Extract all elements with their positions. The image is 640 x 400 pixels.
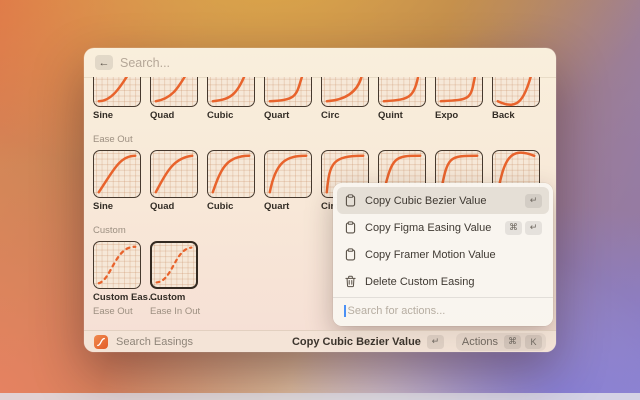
easing-label-back: Back (492, 110, 540, 121)
easing-subtitle-ease-out: Ease Out (93, 306, 141, 317)
easing-label-cubic: Cubic (207, 110, 255, 121)
easings-app-icon (94, 335, 108, 349)
easing-label-quad: Quad (150, 110, 198, 121)
enter-key-badge: ↵ (427, 335, 444, 349)
easing-thumbnail-expo[interactable] (435, 77, 483, 107)
easing-thumbnail-custom-eas[interactable] (93, 241, 141, 289)
clipboard-icon (344, 194, 357, 207)
launcher-window: ← Search... Sine Quad Cubic Quart Circ Quint E… (84, 48, 556, 352)
easing-label-quart: Quart (264, 110, 312, 121)
search-bar: ← Search... (84, 48, 556, 78)
easing-thumbnail-back[interactable] (492, 77, 540, 107)
easing-row-0 (93, 77, 547, 107)
easing-subtitle-ease-in-out: Ease In Out (150, 306, 198, 317)
easing-thumbnail-quad[interactable] (150, 77, 198, 107)
easing-thumbnail-circ[interactable] (321, 77, 369, 107)
menu-item-copy-framer-motion-value[interactable]: Copy Framer Motion Value (337, 241, 549, 268)
easing-thumbnail-cubic[interactable] (207, 150, 255, 198)
easing-label-quint: Quint (378, 110, 426, 121)
easing-thumbnail-quad[interactable] (150, 150, 198, 198)
easing-label-cubic: Cubic (207, 201, 255, 212)
easing-label-circ: Circ (321, 110, 369, 121)
easing-thumbnail-quint[interactable] (378, 77, 426, 107)
search-input[interactable]: Search... (120, 56, 170, 70)
easing-thumbnail-custom[interactable] (150, 241, 198, 289)
actions-button[interactable]: Actions ⌘ K (456, 333, 546, 351)
shortcut-key-badge: ↵ (525, 194, 542, 208)
footer-bar: Search Easings Copy Cubic Bezier Value ↵… (84, 330, 556, 352)
easing-label-custom-eas: Custom Eas…Ease Out (93, 292, 141, 317)
shortcut-key-badge: ⌘ (505, 221, 522, 235)
clipboard-icon (344, 221, 357, 234)
menu-item-label: Copy Figma Easing Value (365, 222, 497, 234)
easing-thumbnail-quart[interactable] (264, 77, 312, 107)
background-window-edge (0, 393, 640, 400)
shortcut-key-badge: ↵ (525, 221, 542, 235)
easing-label-sine: Sine (93, 110, 141, 121)
trash-icon (344, 275, 357, 288)
text-cursor (344, 305, 346, 317)
easing-thumbnail-cubic[interactable] (207, 77, 255, 107)
easing-label-sine: Sine (93, 201, 141, 212)
actions-button-label: Actions (462, 336, 498, 348)
back-button[interactable]: ← (95, 55, 113, 70)
cmd-key-badge: ⌘ (504, 335, 521, 349)
actions-search-input[interactable]: Search for actions... (337, 298, 549, 324)
clipboard-icon (344, 248, 357, 261)
menu-item-label: Copy Framer Motion Value (365, 249, 534, 261)
actions-menu: Copy Cubic Bezier Value↵Copy Figma Easin… (333, 183, 553, 326)
menu-item-delete-custom-easing[interactable]: Delete Custom Easing (337, 268, 549, 295)
menu-item-copy-figma-easing-value[interactable]: Copy Figma Easing Value ⌘↵ (337, 214, 549, 241)
easing-thumbnail-sine[interactable] (93, 150, 141, 198)
menu-item-label: Delete Custom Easing (365, 276, 534, 288)
easing-thumbnail-quart[interactable] (264, 150, 312, 198)
easing-label-expo: Expo (435, 110, 483, 121)
easing-label-custom: CustomEase In Out (150, 292, 198, 317)
primary-action-button[interactable]: Copy Cubic Bezier Value (292, 336, 421, 348)
menu-item-label: Copy Cubic Bezier Value (365, 195, 517, 207)
command-name: Search Easings (116, 336, 193, 348)
arrow-left-icon: ← (99, 57, 110, 69)
actions-search-placeholder: Search for actions... (348, 305, 446, 317)
k-key-badge: K (525, 335, 542, 349)
easing-label-quart: Quart (264, 201, 312, 212)
menu-item-copy-cubic-bezier-value[interactable]: Copy Cubic Bezier Value ↵ (337, 187, 549, 214)
section-title-ease-out: Ease Out (93, 134, 547, 145)
easing-thumbnail-sine[interactable] (93, 77, 141, 107)
easing-label-row-0: Sine Quad Cubic Quart Circ Quint Expo Back (93, 110, 547, 121)
easing-label-quad: Quad (150, 201, 198, 212)
